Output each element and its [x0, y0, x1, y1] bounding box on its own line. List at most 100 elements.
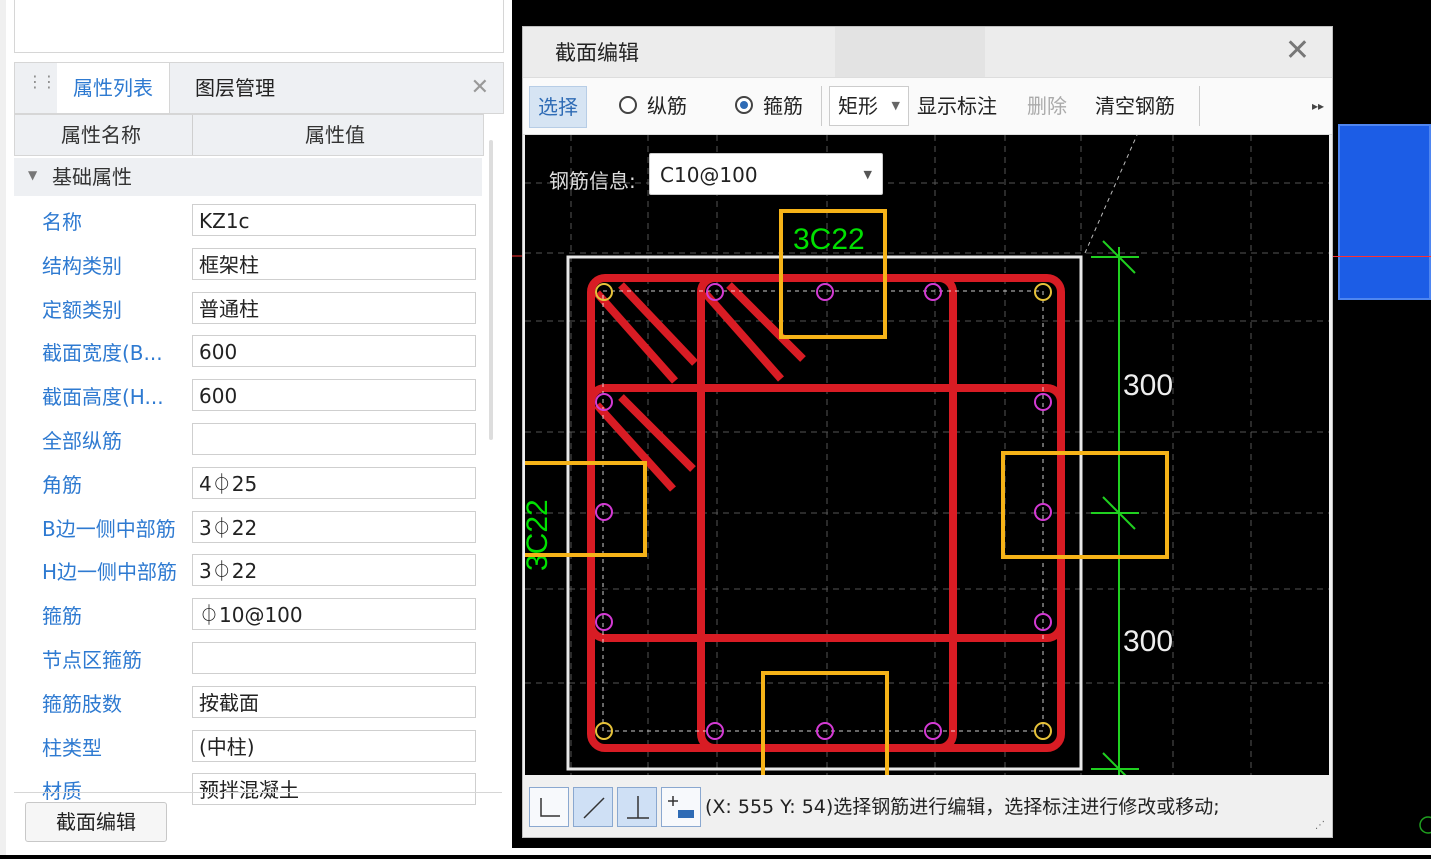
property-name: 结构类别	[42, 253, 122, 278]
property-value-field[interactable]: 普通柱	[192, 291, 476, 324]
header-property-value: 属性值	[305, 123, 365, 147]
property-value-field[interactable]: 3⏀22	[192, 510, 476, 543]
add-point-icon[interactable]	[661, 787, 701, 827]
table-row[interactable]: H边一侧中部筋 3⏀22	[14, 550, 484, 594]
highlight-box	[1001, 451, 1169, 559]
clear-rebar-button[interactable]: 清空钢筋	[1095, 78, 1175, 134]
show-label-button[interactable]: 显示标注	[917, 78, 997, 134]
toolbar-separator	[821, 86, 822, 126]
bottom-taskbar-strip	[512, 848, 1431, 855]
resize-grip-icon[interactable]: ⋰	[1315, 820, 1325, 831]
table-row[interactable]: 全部纵筋	[14, 419, 484, 463]
table-row[interactable]: 箍筋肢数 按截面	[14, 682, 484, 726]
table-row[interactable]: 角筋 4⏀25	[14, 463, 484, 507]
divider	[14, 792, 502, 793]
longitudinal-label[interactable]: 纵筋	[647, 78, 687, 134]
property-value-field[interactable]: 4⏀25	[192, 466, 476, 499]
property-name: 全部纵筋	[42, 429, 122, 453]
highlight-box	[761, 671, 889, 775]
orthogonal-icon[interactable]	[529, 787, 569, 827]
collapse-triangle-icon[interactable]: ▼	[28, 168, 37, 182]
panel-tabs: ⋮⋮ 属性列表 图层管理 ✕	[14, 62, 504, 114]
table-row[interactable]: 节点区箍筋	[14, 638, 484, 682]
section-edit-button[interactable]: 截面编辑	[25, 802, 167, 842]
table-row[interactable]: 定额类别 普通柱	[14, 288, 484, 332]
property-name: 箍筋肢数	[42, 691, 122, 716]
table-row[interactable]: 截面高度(H... 600	[14, 375, 484, 419]
more-arrow-icon[interactable]: ▸▸	[1312, 78, 1324, 134]
chevron-down-icon: ▼	[863, 168, 872, 181]
property-value-field[interactable]: 3⏀22	[192, 554, 476, 587]
perpendicular-icon[interactable]	[617, 787, 657, 827]
property-value-field[interactable]: 框架柱	[192, 247, 476, 280]
table-row[interactable]: 结构类别 框架柱	[14, 244, 484, 288]
top-empty-box	[14, 0, 504, 53]
property-name: 柱类型	[42, 735, 102, 760]
stirrup-label[interactable]: 箍筋	[763, 78, 803, 134]
shape-value: 矩形	[838, 94, 878, 118]
header-divider	[192, 115, 193, 155]
group-label: 基础属性	[52, 165, 132, 189]
rebar-info-label: 钢筋信息:	[549, 169, 636, 193]
toolbar-separator	[1199, 86, 1200, 126]
highlight-box	[779, 209, 887, 339]
property-value-field[interactable]: KZ1c	[192, 204, 476, 236]
property-name: 角筋	[42, 472, 82, 497]
property-value-field[interactable]: 600	[192, 335, 476, 368]
drag-handle-icon[interactable]: ⋮⋮	[27, 74, 57, 90]
property-value-field[interactable]: (中柱)	[192, 729, 476, 762]
status-text: (X: 555 Y: 54)选择钢筋进行编辑，选择标注进行修改或移动;	[705, 796, 1220, 818]
tab-layer-manager[interactable]: 图层管理	[179, 63, 291, 113]
property-value-field[interactable]: 按截面	[192, 685, 476, 718]
section-canvas[interactable]: 钢筋信息: C10@100 ▼ 3C22 3C22 300 300	[525, 135, 1329, 775]
table-header: 属性名称 属性值	[14, 114, 484, 156]
radio-stirrup[interactable]	[735, 96, 753, 114]
scrollbar[interactable]	[489, 140, 493, 440]
property-name: 名称	[42, 210, 82, 234]
property-name: 截面宽度(B...	[42, 341, 163, 366]
rebar-info-value: C10@100	[660, 163, 758, 187]
tab-property-list[interactable]: 属性列表	[57, 63, 170, 113]
property-name: 截面高度(H...	[42, 385, 164, 410]
property-value-field[interactable]: ⏀10@100	[192, 598, 476, 631]
section-drawing[interactable]	[525, 135, 1329, 775]
property-name: 箍筋	[42, 604, 82, 629]
header-property-name: 属性名称	[61, 123, 141, 147]
dimension-upper[interactable]: 300	[1123, 369, 1173, 403]
blue-component-block[interactable]	[1338, 124, 1431, 300]
property-panel: ⋮⋮ 属性列表 图层管理 ✕ 属性名称 属性值 ▼ 基础属性 名称 KZ1c 结构类…	[0, 0, 512, 855]
dimension-lower[interactable]: 300	[1123, 625, 1173, 659]
highlight-box	[525, 461, 647, 557]
panel-edge	[0, 0, 6, 855]
group-basic-properties[interactable]: ▼ 基础属性	[14, 158, 482, 196]
rebar-info-dropdown[interactable]: C10@100 ▼	[649, 153, 883, 195]
table-row[interactable]: 箍筋 ⏀10@100	[14, 594, 484, 638]
axis-line	[1333, 256, 1431, 257]
property-name: H边一侧中部筋	[42, 560, 178, 585]
property-value-field[interactable]: 预拌混凝土	[192, 773, 476, 806]
property-name: B边一侧中部筋	[42, 516, 176, 541]
property-value-field[interactable]	[192, 423, 476, 455]
titlebar-shade	[835, 27, 985, 77]
table-row[interactable]: 柱类型 (中柱)	[14, 726, 484, 770]
dialog-title: 截面编辑	[555, 41, 639, 65]
shape-dropdown[interactable]: 矩形 ▼	[829, 86, 909, 126]
dialog-titlebar[interactable]: 截面编辑 ✕	[523, 27, 1332, 77]
property-name: 定额类别	[42, 297, 122, 322]
close-icon[interactable]: ✕	[1285, 33, 1310, 68]
select-button[interactable]: 选择	[529, 86, 587, 128]
table-row[interactable]: B边一侧中部筋 3⏀22	[14, 507, 484, 551]
radio-longitudinal[interactable]	[619, 96, 637, 114]
dialog-toolbar: 选择 纵筋 箍筋 矩形 ▼ 显示标注 删除 清空钢筋 ▸▸	[523, 77, 1332, 135]
dialog-statusbar: (X: 555 Y: 54)选择钢筋进行编辑，选择标注进行修改或移动; ⋰	[523, 779, 1332, 837]
chevron-down-icon: ▼	[891, 99, 900, 112]
diagonal-line-icon[interactable]	[573, 787, 613, 827]
table-row[interactable]: 截面宽度(B... 600	[14, 331, 484, 375]
table-row[interactable]: 名称 KZ1c	[14, 200, 484, 244]
delete-button[interactable]: 删除	[1027, 78, 1067, 134]
property-name: 节点区箍筋	[42, 648, 142, 672]
property-value-field[interactable]: 600	[192, 379, 476, 412]
close-icon[interactable]: ✕	[471, 75, 489, 100]
property-value-field[interactable]	[192, 642, 476, 674]
section-edit-dialog: 截面编辑 ✕ 选择 纵筋 箍筋 矩形 ▼ 显示标注 删除 清空钢筋 ▸▸ 钢筋信…	[522, 26, 1333, 838]
